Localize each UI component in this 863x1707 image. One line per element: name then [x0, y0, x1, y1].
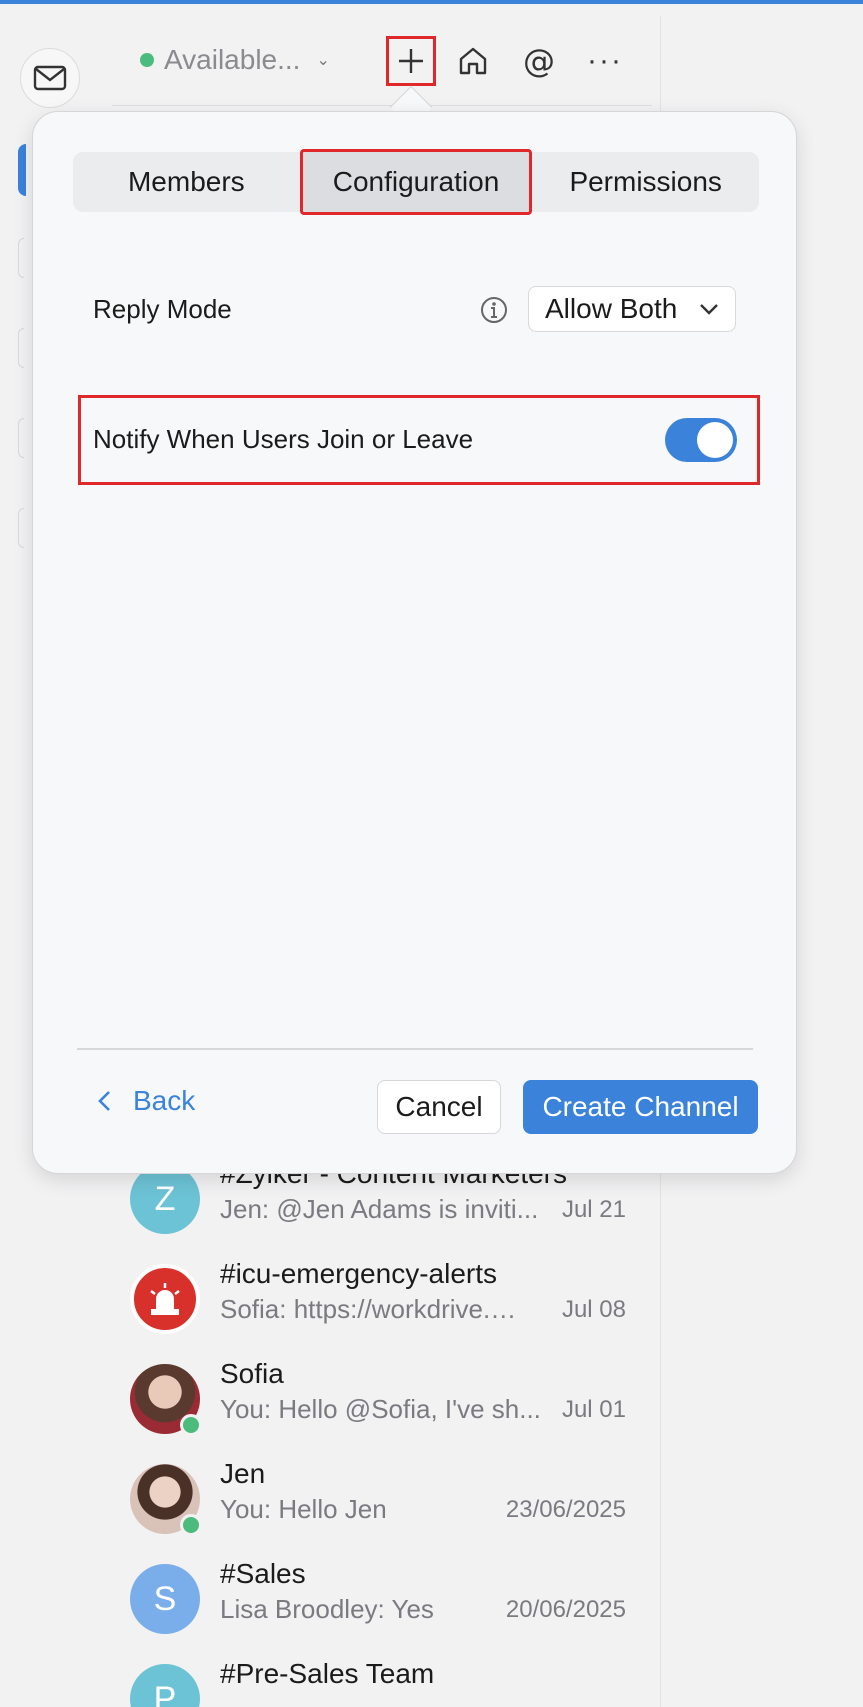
tab-permissions[interactable]: Permissions	[532, 152, 759, 212]
chat-preview: Jen: @Jen Adams is inviti...	[220, 1194, 539, 1224]
home-icon	[459, 47, 487, 75]
chat-title: Sofia	[220, 1358, 284, 1389]
status-dot	[140, 53, 154, 67]
info-icon[interactable]	[479, 295, 509, 325]
create-channel-popover: Members Configuration Permissions Reply …	[32, 111, 797, 1174]
siren-icon	[150, 1283, 180, 1315]
status-label: Available...	[164, 44, 301, 75]
rail-item[interactable]	[18, 418, 24, 458]
status-selector[interactable]: Available... ⌄	[140, 44, 330, 76]
top-bar: Available... ⌄ @ ···	[112, 30, 652, 106]
more-button[interactable]: ···	[580, 36, 630, 86]
chat-date: Jul 01	[561, 1396, 626, 1423]
chat-preview: You: Hello Jen	[220, 1494, 387, 1524]
notify-toggle[interactable]	[665, 418, 737, 462]
chat-date: 20/06/2025	[505, 1596, 626, 1623]
back-button[interactable]: Back	[97, 1085, 195, 1117]
chat-date: Jul 21	[561, 1196, 626, 1223]
new-channel-button[interactable]	[386, 36, 436, 86]
mail-icon	[33, 65, 67, 91]
reply-mode-select[interactable]: Allow Both	[528, 286, 736, 332]
cancel-button[interactable]: Cancel	[377, 1080, 501, 1134]
footer-divider	[77, 1048, 753, 1050]
chat-title: #Pre-Sales Team	[220, 1658, 435, 1689]
home-button[interactable]	[448, 36, 498, 86]
chevron-down-icon	[700, 304, 718, 315]
toggle-knob	[697, 422, 733, 458]
list-item[interactable]: Jen You: Hello Jen 23/06/2025	[120, 1458, 640, 1554]
avatar: P	[130, 1664, 200, 1707]
online-indicator	[180, 1414, 202, 1436]
reply-mode-label: Reply Mode	[93, 294, 232, 324]
avatar	[130, 1264, 200, 1334]
back-label: Back	[133, 1085, 196, 1116]
mail-button[interactable]	[20, 48, 80, 108]
chat-date: 23/06/2025	[505, 1496, 626, 1523]
list-item[interactable]: #icu-emergency-alerts Sofia: https://wor…	[120, 1258, 640, 1354]
chat-title: #icu-emergency-alerts	[220, 1258, 497, 1289]
chat-title: Jen	[220, 1458, 266, 1489]
tab-configuration[interactable]: Configuration	[299, 149, 533, 215]
plus-icon	[399, 49, 423, 73]
avatar	[130, 1364, 202, 1436]
chat-date: Jul 08	[561, 1296, 626, 1323]
rail-item[interactable]	[18, 328, 24, 368]
list-item[interactable]: P #Pre-Sales Team	[120, 1658, 640, 1707]
rail-active-indicator	[18, 144, 26, 196]
tab-bar: Members Configuration Permissions	[73, 149, 759, 215]
avatar: Z	[130, 1164, 200, 1234]
reply-mode-value: Allow Both	[545, 293, 678, 324]
online-indicator	[180, 1514, 202, 1536]
more-icon: ···	[587, 44, 623, 77]
avatar	[130, 1464, 202, 1536]
avatar: S	[130, 1564, 200, 1634]
notify-label: Notify When Users Join or Leave	[93, 424, 474, 454]
list-item[interactable]: Z #Zylker - Content Marketers Jen: @Jen …	[120, 1158, 640, 1254]
rail-item[interactable]	[18, 508, 24, 548]
tab-members[interactable]: Members	[73, 152, 300, 212]
rail-item[interactable]	[18, 238, 24, 278]
chevron-left-icon	[98, 1091, 110, 1111]
mentions-button[interactable]: @	[514, 36, 564, 86]
chat-preview: Sofia: https://workdrive.…	[220, 1294, 517, 1324]
chevron-down-icon: ⌄	[316, 52, 330, 69]
mention-icon: @	[523, 42, 555, 80]
chat-preview: You: Hello @Sofia, I've sh...	[220, 1394, 541, 1424]
notify-join-leave-row: Notify When Users Join or Leave	[78, 395, 760, 485]
chat-title: #Sales	[220, 1558, 306, 1589]
list-item[interactable]: S #Sales Lisa Broodley: Yes 20/06/2025	[120, 1558, 640, 1654]
list-item[interactable]: Sofia You: Hello @Sofia, I've sh... Jul …	[120, 1358, 640, 1454]
create-channel-button[interactable]: Create Channel	[523, 1080, 758, 1134]
chat-preview: Lisa Broodley: Yes	[220, 1594, 434, 1624]
